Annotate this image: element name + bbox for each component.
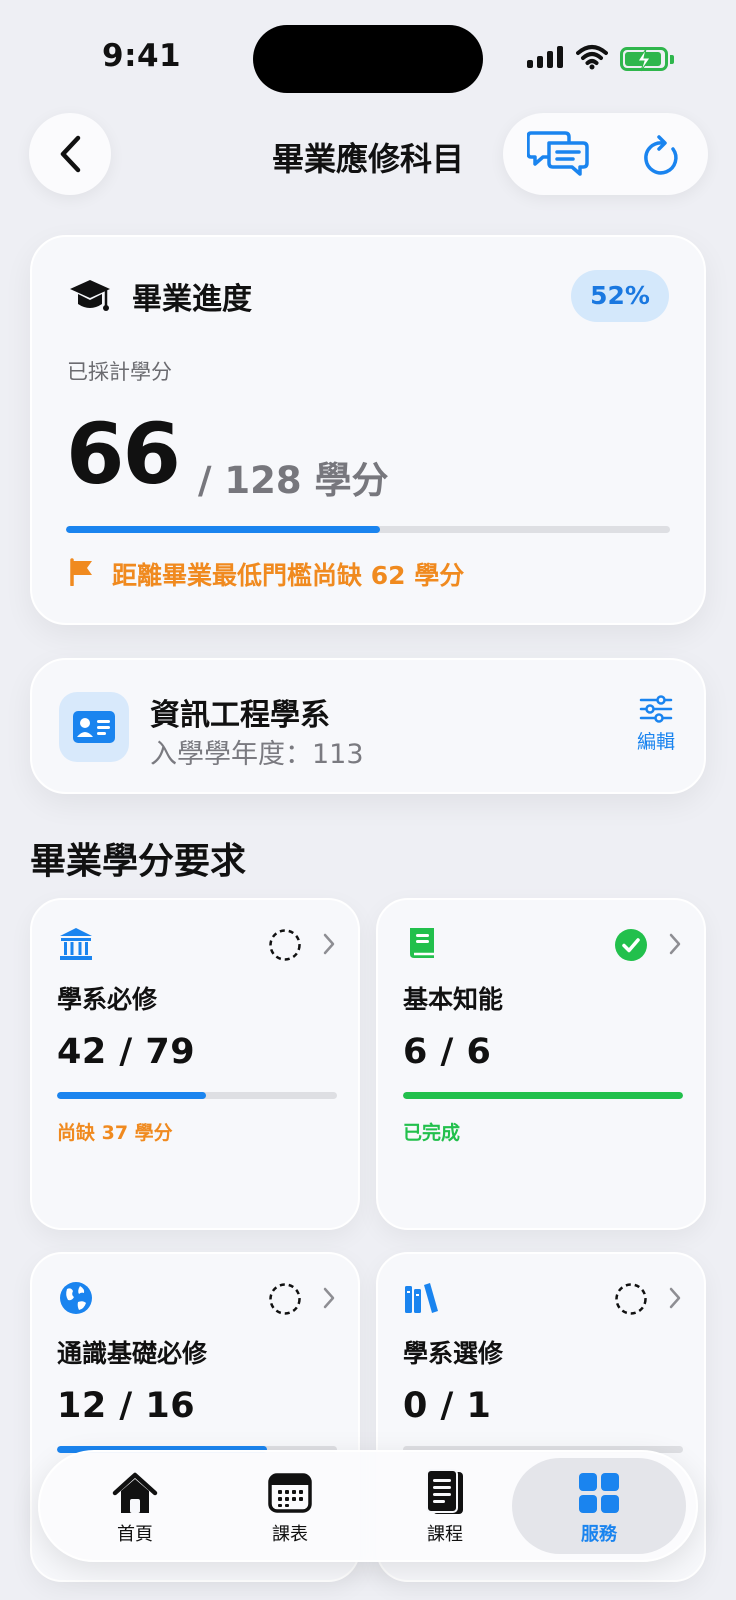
bank-icon [58, 926, 94, 962]
refresh-button[interactable] [643, 135, 683, 177]
tab-label: 課程 [427, 1524, 463, 1545]
wifi-icon [576, 44, 608, 74]
requirement-name: 學系必修 [57, 985, 158, 1014]
cellular-signal-icon [527, 46, 563, 68]
id-card-icon [59, 692, 129, 762]
sliders-icon [639, 695, 673, 723]
requirement-name: 通識基礎必修 [57, 1339, 208, 1368]
tab-label: 課表 [272, 1524, 308, 1545]
flag-icon [68, 558, 96, 590]
calendar-icon [266, 1470, 314, 1516]
home-icon [111, 1470, 159, 1516]
requirement-card-basic-competency[interactable]: 基本知能 6 / 6 已完成 [376, 898, 706, 1230]
tab-label: 首頁 [117, 1524, 153, 1545]
status-complete-icon [615, 929, 647, 961]
chevron-right-icon [669, 1287, 681, 1309]
department-name: 資訊工程學系 [150, 698, 330, 733]
dynamic-island [253, 25, 483, 93]
tab-home[interactable]: 首頁 [60, 1452, 210, 1560]
status-time: 9:41 [102, 38, 182, 74]
tab-courses[interactable]: 課程 [370, 1452, 520, 1560]
status-pending-icon [269, 929, 301, 961]
requirement-progress-bar [403, 1092, 683, 1099]
requirement-count: 6 / 6 [403, 1032, 492, 1072]
globe-icon [58, 1280, 94, 1316]
requirement-count: 12 / 16 [57, 1386, 196, 1426]
progress-bar [66, 526, 670, 533]
status-pending-icon [269, 1283, 301, 1315]
requirement-name: 基本知能 [403, 985, 504, 1014]
requirement-progress-bar [57, 1092, 337, 1099]
tab-bar: 首頁 課表 課程 服務 [38, 1450, 698, 1562]
chat-button[interactable] [526, 129, 589, 179]
earned-credits-value: 66 [66, 405, 181, 503]
status-pending-icon [615, 1283, 647, 1315]
credits-shortage-warning: 距離畢業最低門檻尚缺 62 學分 [112, 561, 465, 590]
requirement-progress-fill [57, 1092, 206, 1099]
percent-badge: 52% [571, 270, 669, 322]
chevron-right-icon [669, 933, 681, 955]
tab-services[interactable]: 服務 [512, 1458, 686, 1554]
chevron-right-icon [323, 933, 335, 955]
tab-label: 服務 [581, 1524, 617, 1545]
grid-icon [575, 1470, 623, 1516]
book-icon [404, 926, 440, 962]
refresh-icon [644, 135, 678, 175]
requirement-card-dept-required[interactable]: 學系必修 42 / 79 尚缺 37 學分 [30, 898, 360, 1230]
document-icon [421, 1469, 469, 1516]
enrollment-year: 入學學年度：113 [150, 739, 364, 770]
earned-credits-label: 已採計學分 [67, 360, 172, 384]
edit-department-button[interactable]: 編輯 [630, 695, 682, 754]
requirement-note: 尚缺 37 學分 [57, 1122, 173, 1144]
battery-charging-icon [620, 47, 674, 72]
requirement-count: 0 / 1 [403, 1386, 492, 1426]
tab-timetable[interactable]: 課表 [215, 1452, 365, 1560]
progress-title: 畢業進度 [132, 282, 252, 317]
requirement-name: 學系選修 [403, 1339, 504, 1368]
chevron-right-icon [323, 1287, 335, 1309]
total-credits: / 128 學分 [198, 459, 389, 502]
section-title: 畢業學分要求 [30, 841, 247, 882]
books-icon [404, 1280, 440, 1316]
department-card [30, 658, 706, 794]
requirement-count: 42 / 79 [57, 1032, 196, 1072]
edit-label: 編輯 [636, 731, 675, 753]
header-actions [503, 113, 708, 195]
graduation-cap-icon [68, 276, 112, 320]
chat-bubbles-icon [526, 131, 589, 176]
progress-bar-fill [66, 526, 381, 533]
requirement-note: 已完成 [403, 1122, 461, 1144]
requirement-progress-fill [403, 1092, 683, 1099]
